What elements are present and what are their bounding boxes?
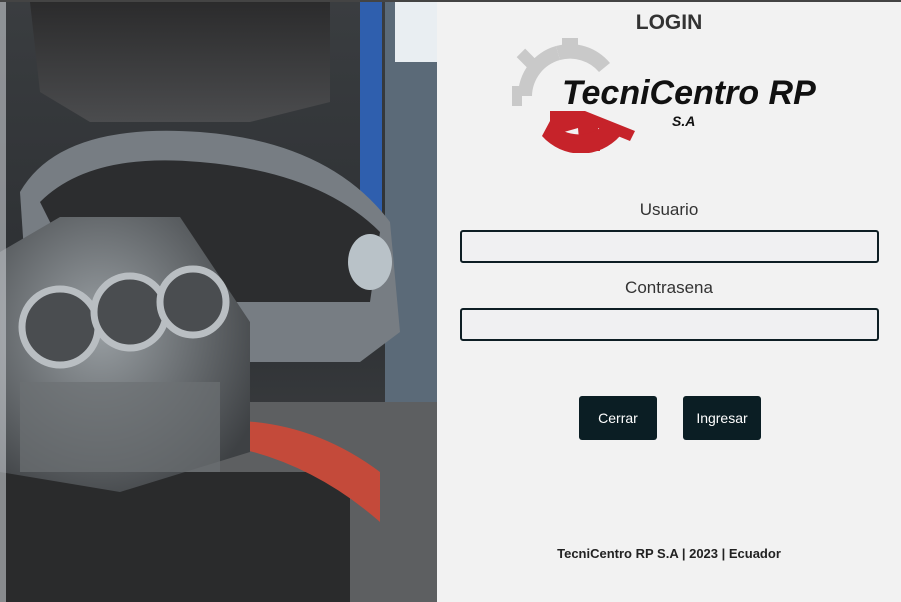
username-label: Usuario (639, 200, 699, 219)
brand-name: TecniCentro RP (562, 74, 816, 112)
brand-suffix: S.A (672, 113, 695, 129)
close-button[interactable]: Cerrar (579, 396, 657, 440)
username-field[interactable] (460, 230, 879, 263)
password-field[interactable] (460, 308, 879, 341)
gear-logo-icon: TecniCentro RP S.A (510, 34, 832, 154)
password-label: Contrasena (625, 278, 713, 297)
footer-text: TecniCentro RP S.A | 2023 | Ecuador (557, 546, 781, 561)
submit-button[interactable]: Ingresar (683, 396, 761, 440)
page-title: LOGIN (635, 11, 703, 34)
login-panel: LOGIN TecniCentro RP S.A Usuario Contras… (437, 2, 901, 602)
password-input[interactable] (462, 310, 877, 339)
workshop-photo (0, 2, 437, 602)
username-input[interactable] (462, 232, 877, 261)
